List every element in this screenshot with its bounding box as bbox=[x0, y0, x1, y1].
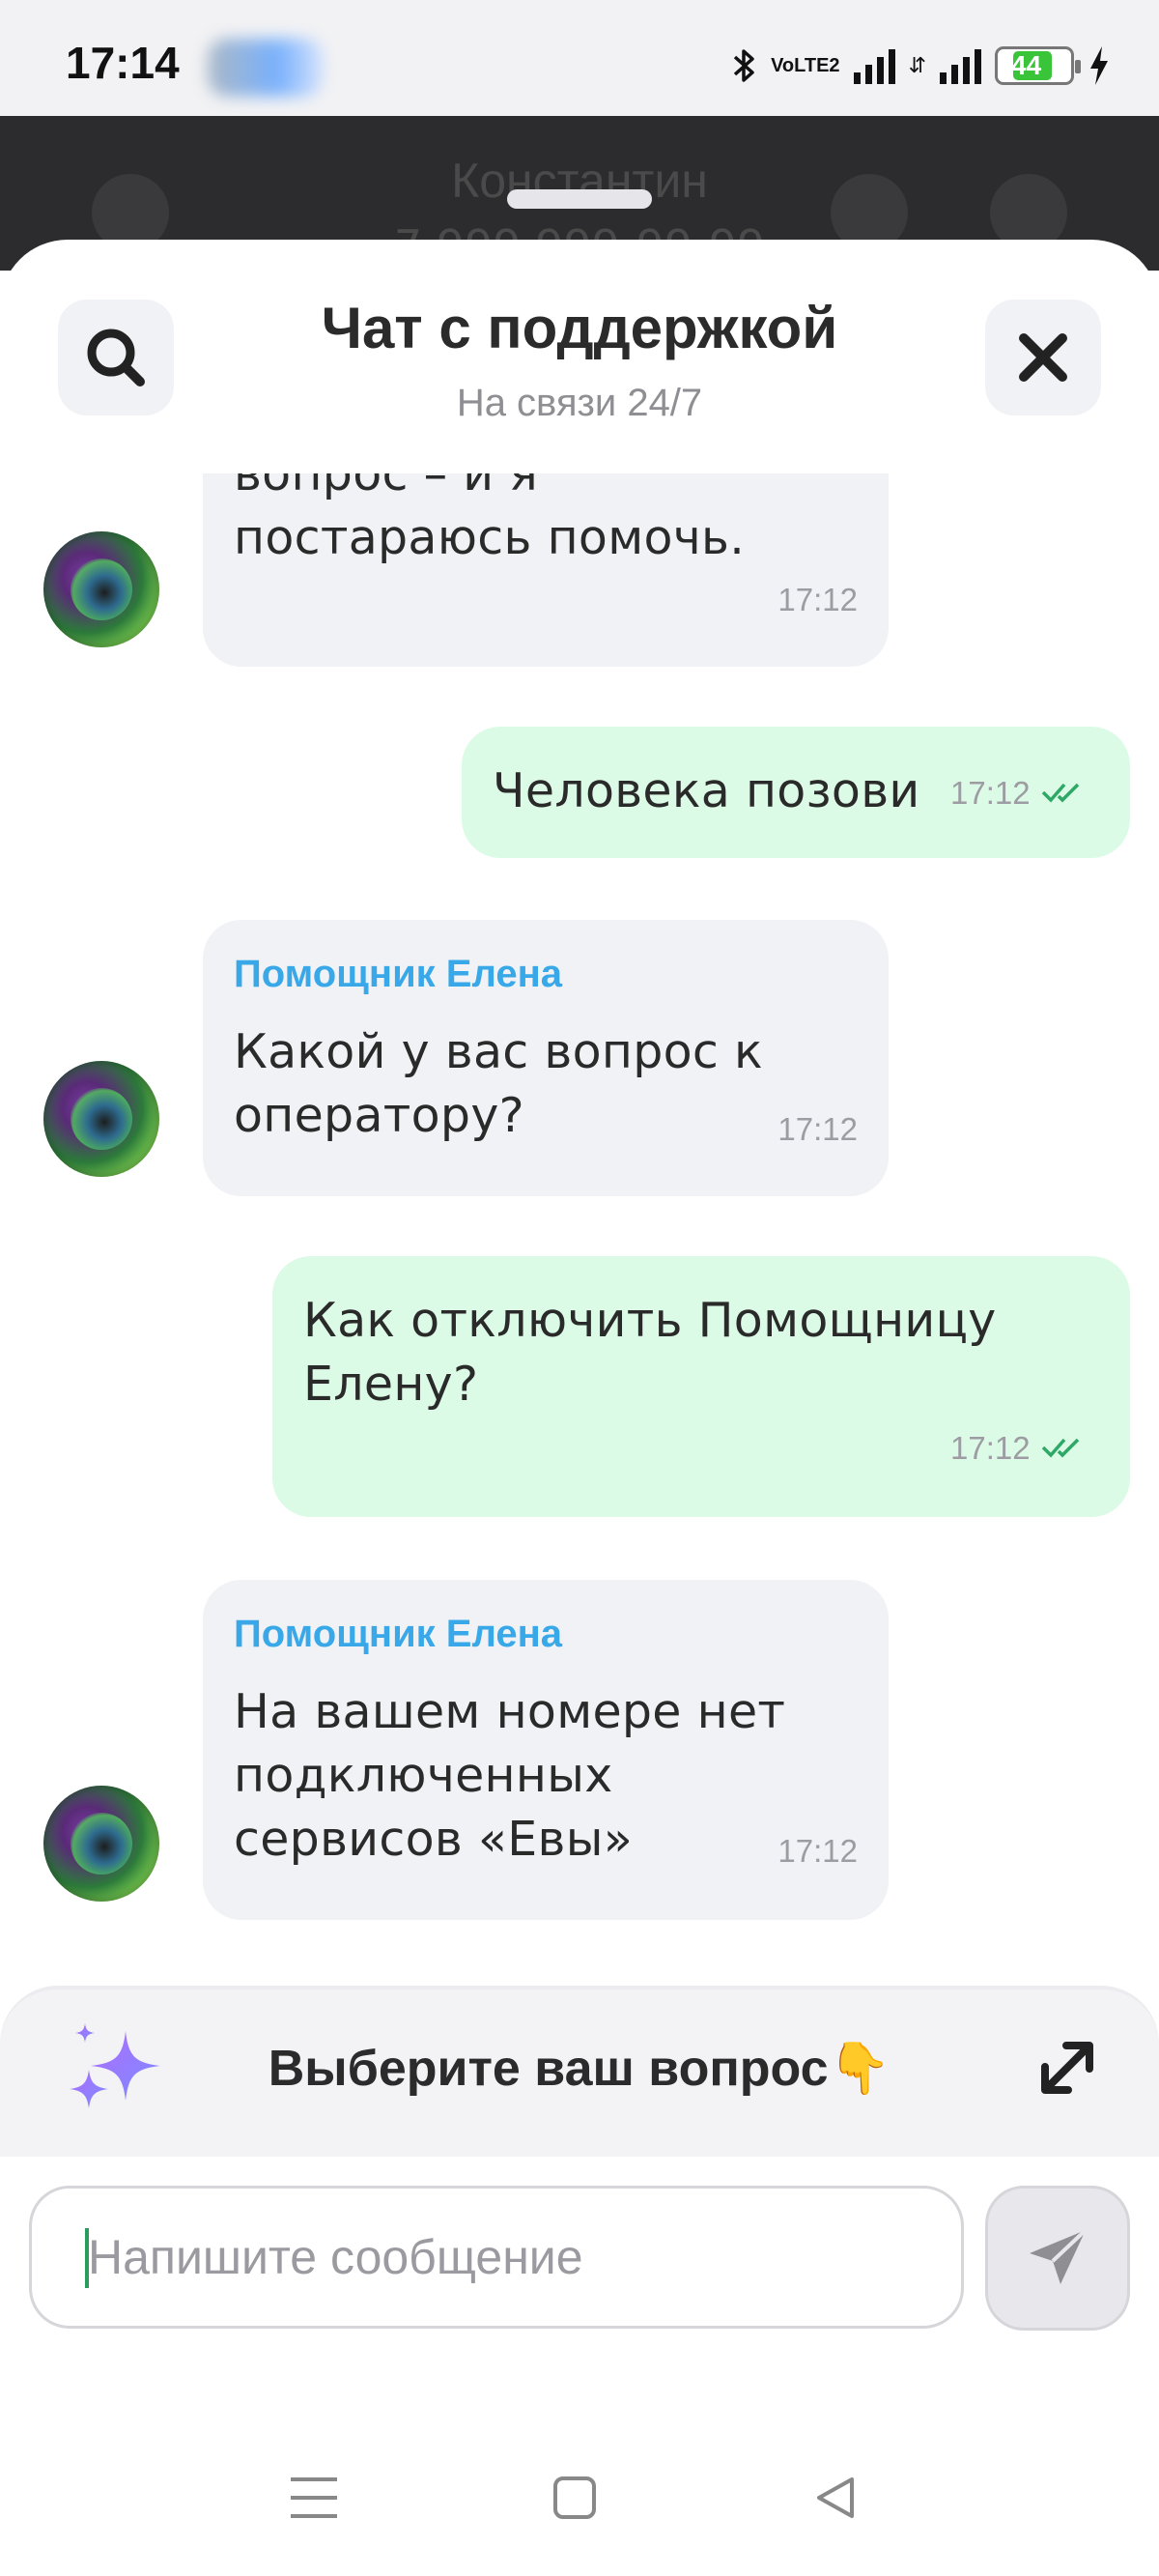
send-button[interactable] bbox=[985, 2186, 1130, 2331]
assistant-avatar bbox=[43, 1786, 159, 1902]
message-bubble-incoming[interactable]: вопрос – и я постараюсь помочь. 17:12 bbox=[203, 473, 889, 667]
home-nav-button[interactable] bbox=[546, 2469, 604, 2527]
message-input[interactable] bbox=[29, 2186, 964, 2329]
message-time: 17:12 bbox=[777, 1833, 858, 1869]
message-text-line: Человека позови bbox=[493, 763, 920, 818]
home-square-icon bbox=[553, 2476, 596, 2519]
quick-question-label[interactable]: Выберите ваш вопрос👇 bbox=[0, 2039, 1159, 2098]
message-bubble-incoming[interactable]: Помощник Елена На вашем номере нет подкл… bbox=[203, 1580, 889, 1920]
read-checkmarks-icon bbox=[1041, 1438, 1080, 1458]
message-sender: Помощник Елена bbox=[234, 1613, 562, 1655]
status-bar: 17:14 Vo LTE2 ⇵ 44 bbox=[0, 0, 1159, 116]
read-checkmarks-icon bbox=[1041, 783, 1080, 803]
message-text-line: Как отключить Помощницу bbox=[303, 1293, 997, 1348]
blurred-notification-icons bbox=[208, 39, 324, 97]
battery-icon: 44 bbox=[995, 46, 1081, 85]
back-nav-button[interactable] bbox=[806, 2469, 864, 2527]
signal-icon-1 bbox=[853, 47, 895, 84]
charging-icon bbox=[1088, 44, 1111, 87]
message-text-line: постараюсь помочь. bbox=[234, 510, 746, 565]
status-time: 17:14 bbox=[66, 38, 180, 88]
battery-level: 44 bbox=[1011, 50, 1042, 80]
message-sender: Помощник Елена bbox=[234, 953, 562, 995]
assistant-avatar bbox=[43, 1061, 159, 1177]
message-bubble-outgoing[interactable]: Как отключить Помощницу Елену? 17:12 bbox=[272, 1256, 1130, 1517]
message-bubble-outgoing[interactable]: Человека позови 17:12 bbox=[462, 727, 1130, 858]
send-icon bbox=[1030, 2228, 1088, 2284]
status-icons: Vo LTE2 ⇵ 44 bbox=[732, 39, 1111, 93]
message-time: 17:12 bbox=[777, 582, 858, 617]
message-text-line: вопрос – и я bbox=[234, 473, 539, 501]
message-bubble-incoming[interactable]: Помощник Елена Какой у вас вопрос к опер… bbox=[203, 920, 889, 1196]
message-time: 17:12 bbox=[950, 1430, 1031, 1466]
back-triangle-icon bbox=[817, 2477, 854, 2518]
bluetooth-icon bbox=[732, 46, 757, 85]
message-time: 17:12 bbox=[777, 1111, 858, 1147]
text-cursor bbox=[85, 2228, 89, 2288]
message-text-line: оператору? bbox=[234, 1088, 524, 1143]
menu-nav-button[interactable] bbox=[285, 2469, 343, 2527]
expand-icon[interactable] bbox=[1033, 2034, 1101, 2102]
message-text-line: сервисов «Евы» bbox=[234, 1812, 633, 1867]
message-time: 17:12 bbox=[950, 775, 1031, 811]
close-button[interactable] bbox=[985, 300, 1101, 415]
volte-icon: Vo LTE2 bbox=[771, 55, 840, 76]
data-arrows-icon: ⇵ bbox=[908, 53, 926, 78]
signal-icon-2 bbox=[940, 47, 981, 84]
sheet-drag-handle[interactable] bbox=[507, 189, 652, 209]
chat-messages[interactable]: вопрос – и я постараюсь помочь. 17:12 Че… bbox=[0, 473, 1159, 1971]
message-text-line: На вашем номере нет bbox=[234, 1684, 786, 1739]
message-text-line: подключенных bbox=[234, 1748, 613, 1803]
message-text-line: Какой у вас вопрос к bbox=[234, 1024, 763, 1079]
close-icon bbox=[1019, 333, 1067, 382]
menu-icon bbox=[291, 2477, 337, 2518]
assistant-avatar bbox=[43, 531, 159, 647]
message-text-line: Елену? bbox=[303, 1357, 479, 1412]
